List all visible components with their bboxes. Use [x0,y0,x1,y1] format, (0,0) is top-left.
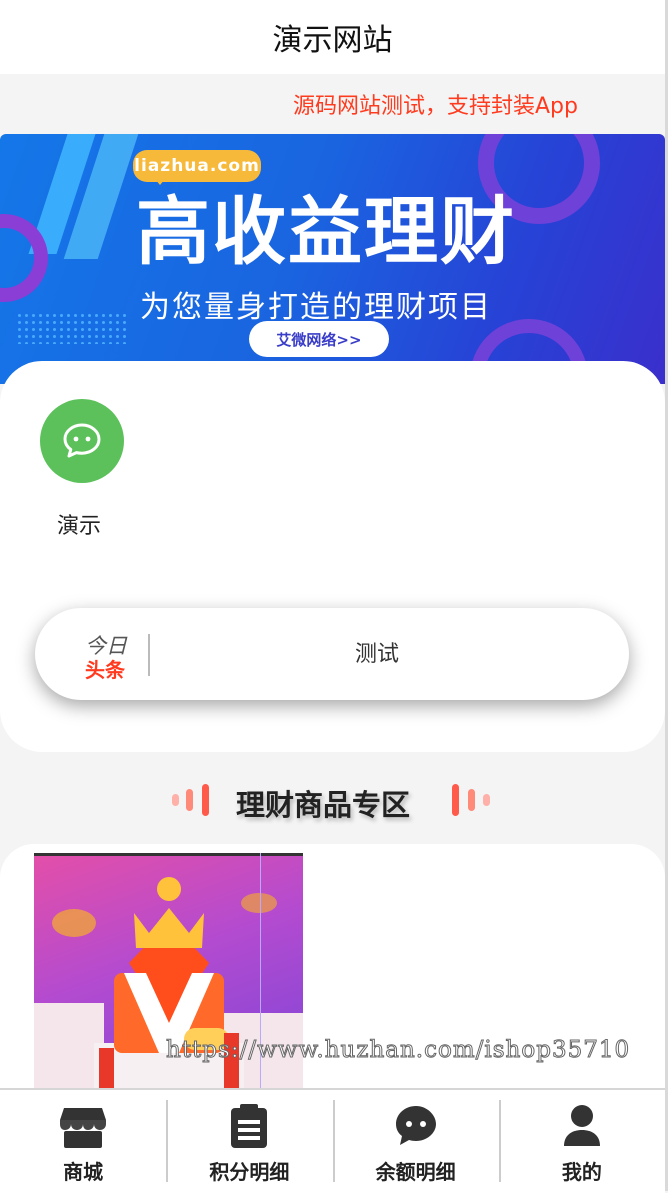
tab-points[interactable]: 积分明细 [166,1090,332,1193]
section-decor-bar [172,794,179,806]
chat-bubble-icon [395,1106,436,1145]
section-header: 理财商品专区 [0,778,665,824]
tab-mine-label: 我的 [561,1160,602,1184]
quick-entry-demo-label: 演示 [57,514,102,539]
store-icon [60,1108,107,1148]
user-icon [563,1105,600,1146]
tab-shop[interactable]: 商城 [0,1090,166,1193]
tab-balance-label: 余额明细 [375,1160,456,1184]
banner-subtitle: 为您量身打造的理财项目 [140,290,492,325]
clipboard-icon [231,1104,268,1148]
section-decor-bar [202,784,209,816]
banner-badge: liazhua.com [133,150,261,185]
section-decor-bar [186,789,193,811]
banner-button[interactable]: 艾微网络>> [249,321,389,357]
bottom-tab-bar: 商城 积分明细 余额明细 我的 [0,1088,665,1193]
tab-balance[interactable]: 余额明细 [332,1090,499,1193]
section-decor-bar [452,784,459,816]
watermark-text: https://www.huzhan.com/ishop35710 [165,1037,631,1064]
tab-points-label: 积分明细 [209,1160,290,1184]
notice-text: 源码网站测试，支持封装App [293,94,578,119]
page: 演示网站 源码网站测试，支持封装App liazhua.com 高收益理财 为您… [0,0,665,1193]
page-title: 演示网站 [272,23,393,58]
wechat-chat-icon [63,423,101,458]
quick-entry-demo-button[interactable] [40,399,124,483]
section-title: 理财商品专区 [236,788,411,822]
tab-mine[interactable]: 我的 [498,1090,665,1193]
banner-title: 高收益理财 [136,189,516,275]
section-decor-bar [468,789,475,811]
tab-shop-label: 商城 [63,1160,104,1184]
news-text: 测试 [355,642,400,667]
notice-bar: 源码网站测试，支持封装App [0,86,665,120]
section-decor-bar [483,794,490,806]
news-divider [148,634,150,676]
banner-decor-dots [16,312,126,344]
toutiao-logo-bottom: 头条 [85,658,125,682]
app-header: 演示网站 [0,0,665,74]
news-ticker[interactable]: 今日 头条 测试 [35,608,629,700]
